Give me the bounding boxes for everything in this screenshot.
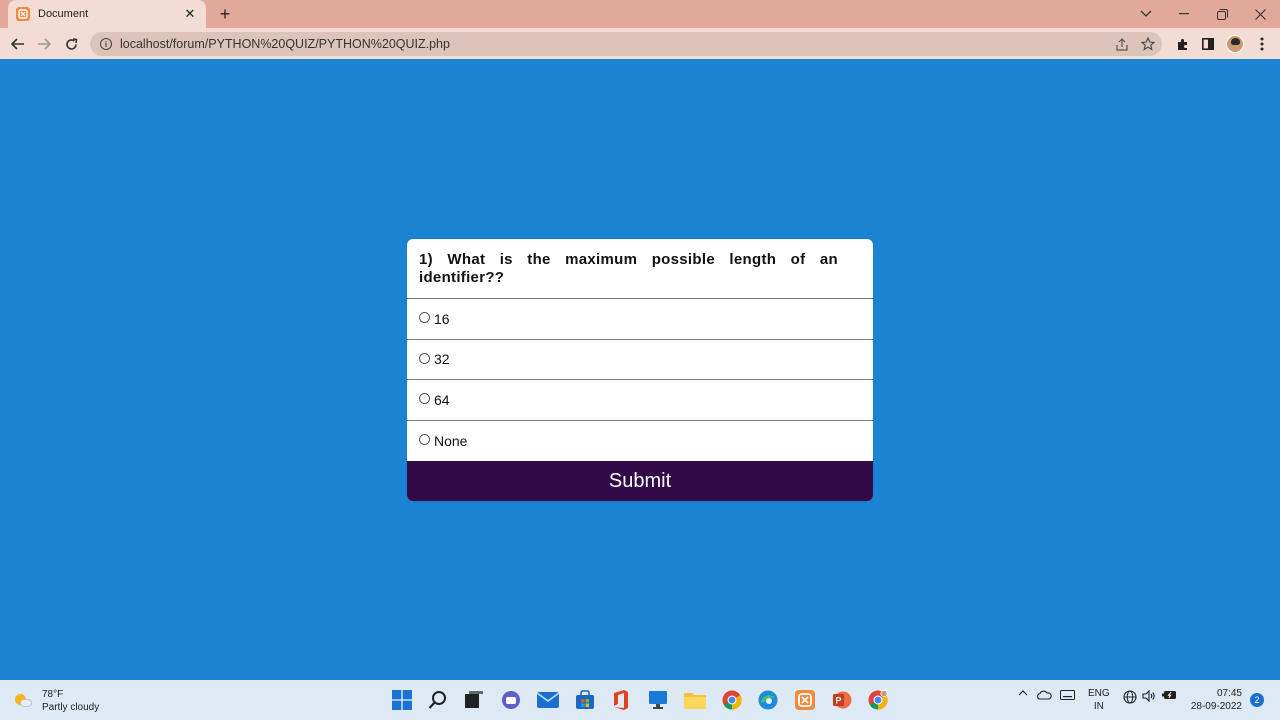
- task-view-icon[interactable]: [462, 688, 486, 712]
- quiz-card: 1) What is the maximum possible length o…: [407, 239, 873, 501]
- weather-widget[interactable]: 78°F Partly cloudy: [14, 688, 99, 714]
- radio-button[interactable]: [419, 393, 430, 405]
- close-icon[interactable]: [1241, 0, 1279, 28]
- weather-temp: 78°F: [42, 689, 64, 700]
- radio-button[interactable]: [419, 434, 430, 446]
- battery-icon[interactable]: [1161, 690, 1179, 700]
- share-icon[interactable]: [1111, 33, 1133, 55]
- clock-time: 07:45: [1216, 688, 1242, 699]
- chrome-icon[interactable]: [720, 688, 744, 712]
- extensions-icon[interactable]: [1171, 33, 1193, 55]
- option-label: 16: [434, 310, 450, 327]
- tab-search-icon[interactable]: [1127, 0, 1165, 28]
- question-text: 1) What is the maximum possible length o…: [407, 239, 873, 299]
- svg-text:P: P: [836, 696, 842, 706]
- address-bar[interactable]: i localhost/forum/PYTHON%20QUIZ/PYTHON%2…: [90, 32, 1162, 56]
- tab-strip: Document ✕ +: [0, 0, 1280, 28]
- menu-icon[interactable]: [1251, 33, 1273, 55]
- option-16[interactable]: 16: [407, 299, 873, 340]
- option-label: 64: [434, 391, 450, 408]
- keyboard-icon[interactable]: [1058, 690, 1076, 700]
- forward-icon[interactable]: [32, 32, 56, 56]
- option-64[interactable]: 64: [407, 380, 873, 421]
- option-32[interactable]: 32: [407, 340, 873, 380]
- store-icon[interactable]: [573, 688, 597, 712]
- clock[interactable]: 07:45 28-09-2022: [1186, 687, 1242, 713]
- profile-icon[interactable]: [1224, 33, 1246, 55]
- radio-button[interactable]: [419, 352, 430, 364]
- xampp-taskbar-icon[interactable]: [793, 688, 817, 712]
- back-icon[interactable]: [6, 32, 30, 56]
- option-none[interactable]: None: [407, 421, 873, 462]
- star-icon[interactable]: [1137, 33, 1159, 55]
- side-panel-icon[interactable]: [1197, 33, 1219, 55]
- tab-title: Document: [38, 8, 89, 20]
- tab-close-icon[interactable]: ✕: [182, 6, 198, 22]
- chrome-profile-icon[interactable]: [866, 688, 890, 712]
- browser-toolbar: i localhost/forum/PYTHON%20QUIZ/PYTHON%2…: [0, 28, 1280, 59]
- new-tab-button[interactable]: +: [214, 4, 236, 24]
- restore-icon[interactable]: [1203, 0, 1241, 28]
- teams-chat-icon[interactable]: [499, 688, 523, 712]
- mail-icon[interactable]: [536, 688, 560, 712]
- browser-tab[interactable]: Document ✕: [8, 0, 206, 28]
- submit-button[interactable]: Submit: [407, 461, 873, 501]
- onedrive-icon[interactable]: [1035, 690, 1053, 700]
- network-globe-icon[interactable]: [1122, 690, 1138, 704]
- info-icon[interactable]: i: [100, 38, 112, 50]
- radio-button[interactable]: [419, 312, 430, 324]
- reload-icon[interactable]: [59, 32, 83, 56]
- url-text[interactable]: localhost/forum/PYTHON%20QUIZ/PYTHON%20Q…: [120, 37, 450, 51]
- option-label: None: [434, 432, 468, 449]
- office-icon[interactable]: [609, 688, 633, 712]
- search-icon[interactable]: [426, 688, 450, 712]
- xampp-icon: [16, 7, 30, 21]
- notification-badge[interactable]: 2: [1250, 693, 1264, 707]
- avatar: [1226, 35, 1244, 53]
- chevron-up-icon[interactable]: [1016, 690, 1030, 696]
- taskbar: 78°F Partly cloudy P ENG IN 07:45 28-09-…: [0, 680, 1280, 720]
- minimize-icon[interactable]: [1165, 0, 1203, 28]
- partly-cloudy-icon: [14, 692, 32, 710]
- powerpoint-icon[interactable]: P: [830, 688, 854, 712]
- language-indicator[interactable]: ENG IN: [1088, 687, 1110, 713]
- clock-date: 28-09-2022: [1190, 701, 1242, 712]
- option-label: 32: [434, 351, 450, 368]
- volume-icon[interactable]: [1141, 690, 1157, 702]
- weather-desc: Partly cloudy: [42, 702, 100, 713]
- edge-icon[interactable]: [756, 688, 780, 712]
- file-explorer-icon[interactable]: [683, 688, 707, 712]
- remote-desktop-icon[interactable]: [646, 688, 670, 712]
- windows-start-icon[interactable]: [390, 688, 414, 712]
